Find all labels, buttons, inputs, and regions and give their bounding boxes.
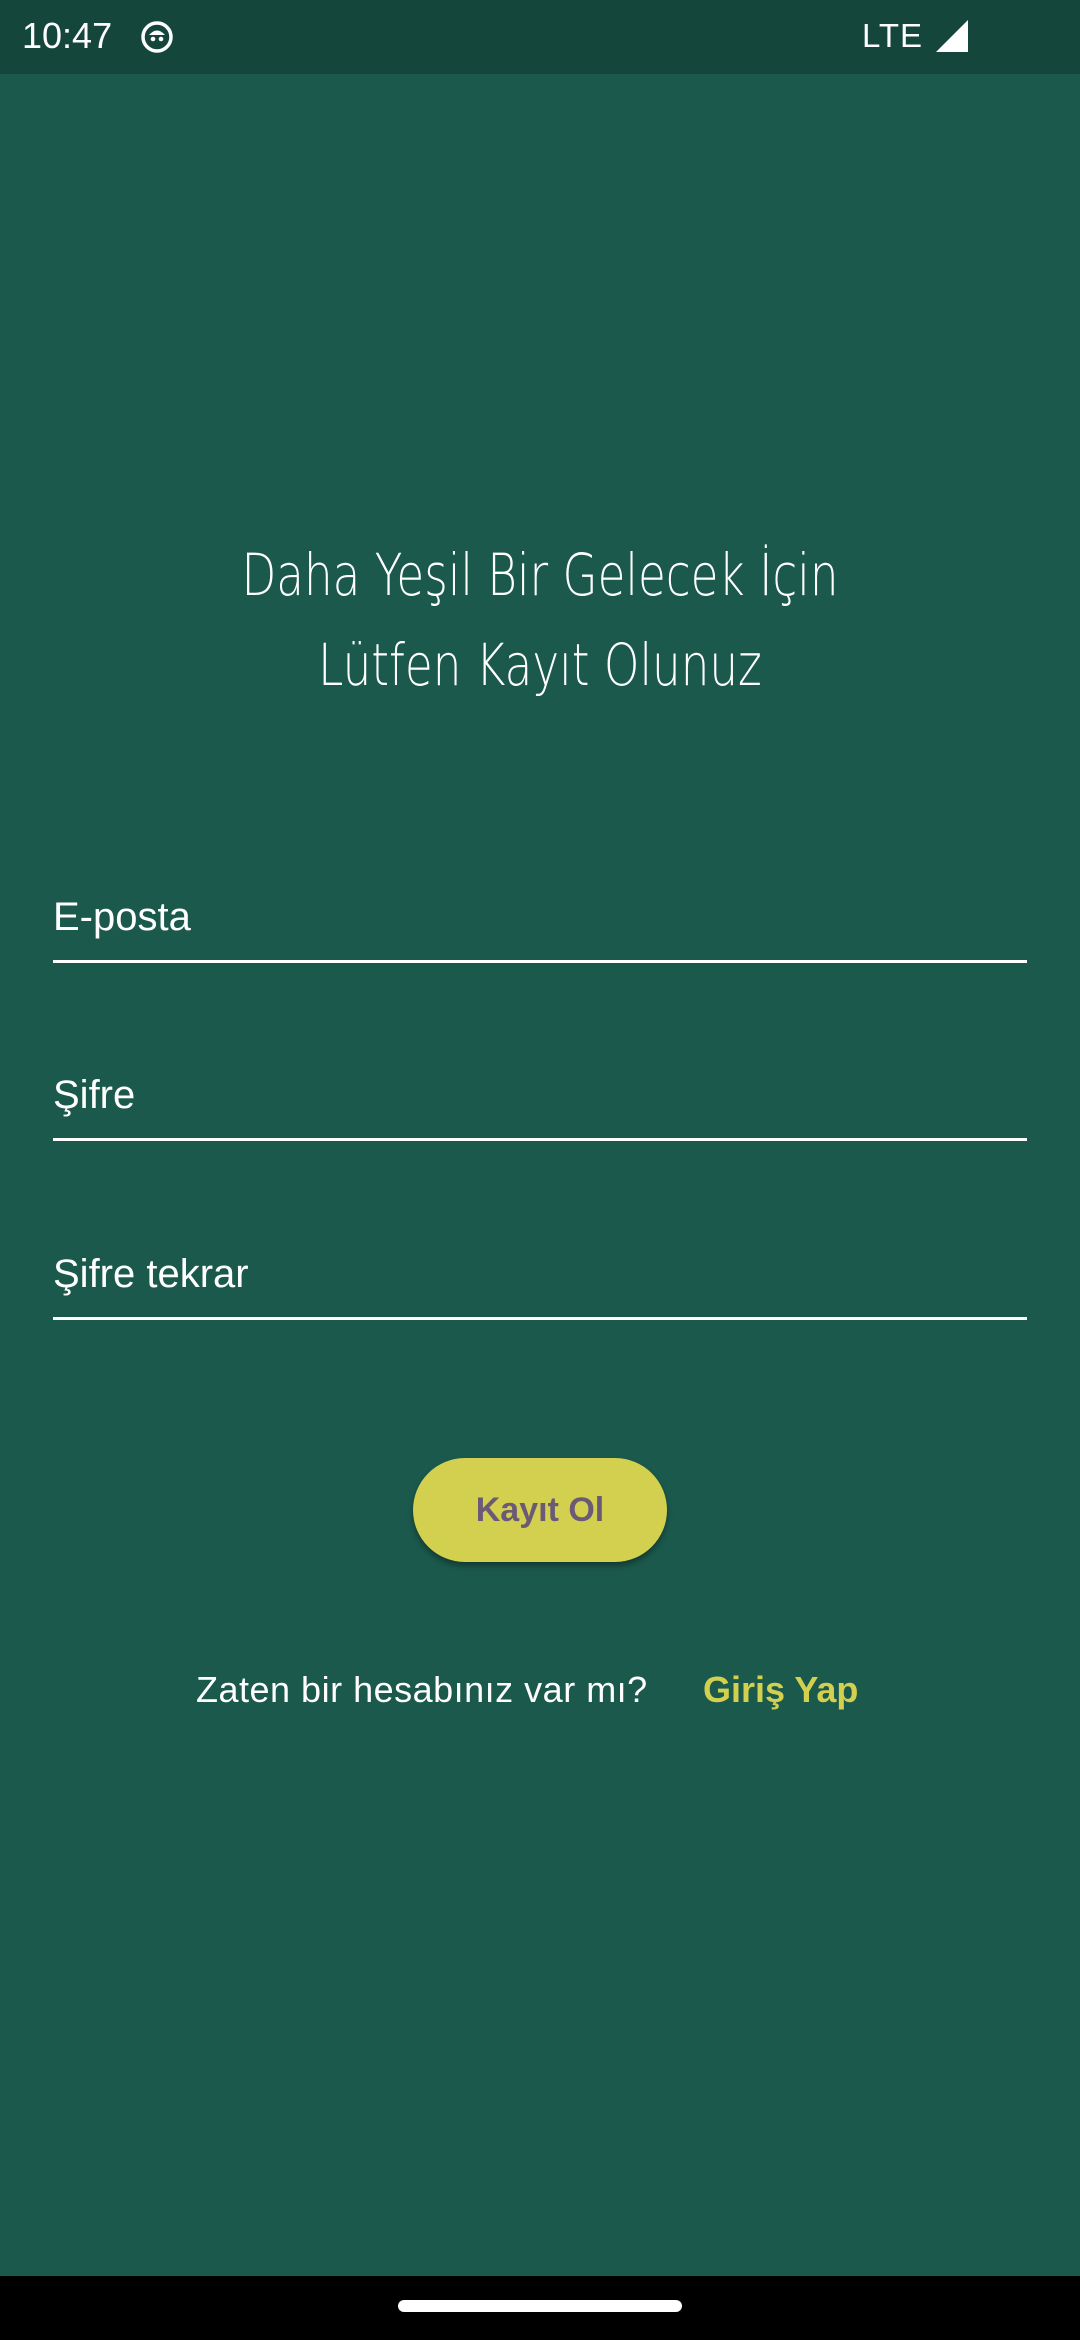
app-notification-icon [140, 20, 174, 54]
password-field [53, 1018, 1027, 1141]
register-button[interactable]: Kayıt Ol [413, 1458, 667, 1562]
login-prompt-row: Zaten bir hesabınız var mı? Giriş Yap [0, 1664, 1080, 1716]
status-bar: 10:47 LTE [0, 0, 1080, 74]
email-input[interactable] [53, 840, 1027, 960]
login-prompt-text: Zaten bir hesabınız var mı? [196, 1669, 648, 1710]
navigation-bar [0, 2276, 1080, 2340]
password-input[interactable] [53, 1018, 1027, 1138]
signal-icon [934, 18, 970, 54]
title-line-1: Daha Yeşil Bir Gelecek İçin [241, 541, 839, 609]
login-link[interactable]: Giriş Yap [703, 1664, 858, 1716]
password-repeat-field [53, 1197, 1027, 1320]
network-type-label: LTE [862, 17, 924, 54]
title-line-2: Lütfen Kayıt Olunuz [318, 631, 762, 699]
status-time: 10:47 [22, 15, 113, 56]
email-field [53, 840, 1027, 963]
home-gesture-handle[interactable] [398, 2300, 682, 2312]
page-title: Daha Yeşil Bir Gelecek İçin Lütfen Kayıt… [119, 530, 961, 710]
register-screen: 10:47 LTE Daha Yeşil Bir Gelecek İçin Lü… [0, 0, 1080, 2340]
password-repeat-input[interactable] [53, 1197, 1027, 1317]
